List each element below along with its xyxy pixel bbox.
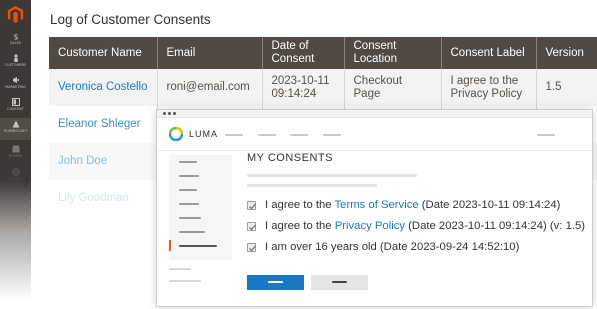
- store-header: LUMA: [157, 119, 592, 151]
- storefront-window: LUMA MY CONSENTS I agree to the Terms of…: [156, 109, 593, 307]
- magento-logo-icon: [7, 5, 24, 24]
- privacy-policy-link[interactable]: Privacy Policy: [335, 220, 405, 232]
- nav-label-customers: CUSTOMERS: [4, 63, 27, 67]
- consent-text: I agree to the Privacy Policy (Date 2023…: [265, 220, 585, 232]
- table-row: Veronica Costello roni@email.com 2023-10…: [49, 69, 597, 106]
- side-nav-item[interactable]: [179, 161, 197, 163]
- terms-of-service-link[interactable]: Terms of Service: [335, 199, 419, 211]
- consent-prefix: I agree to the: [265, 220, 335, 232]
- customer-name-link[interactable]: John Doe: [49, 143, 158, 180]
- nav-label-marketing: MARKETING: [5, 85, 26, 89]
- cancel-button[interactable]: [311, 275, 368, 290]
- header-menu-placeholder[interactable]: [290, 134, 308, 136]
- store-brand-name: LUMA: [189, 129, 219, 139]
- nav-label-sales: SALES: [10, 41, 21, 45]
- side-nav-item[interactable]: [179, 189, 197, 191]
- nav-item-system[interactable]: SYSTEM: [0, 166, 31, 188]
- email-cell: roni@email.com: [157, 69, 263, 106]
- consent-date: (Date 2023-10-11 09:14:24): [418, 199, 561, 211]
- nav-item-marketing[interactable]: MARKETING: [0, 74, 31, 96]
- consent-text: I agree to the Terms of Service (Date 20…: [265, 199, 560, 211]
- column-header-label[interactable]: Consent Label: [441, 37, 537, 69]
- header-menu-placeholder[interactable]: [258, 134, 276, 136]
- side-nav-item[interactable]: [179, 217, 201, 219]
- customer-name-link[interactable]: Eleanor Shleger: [49, 106, 158, 143]
- consent-age-text: I am over 16 years old (Date 2023-09-24 …: [265, 241, 520, 253]
- nav-item-plumrocket[interactable]: PLUMROCKET: [0, 118, 31, 140]
- text-placeholder: [247, 184, 377, 187]
- account-side-nav: [169, 155, 232, 260]
- admin-sidebar: $ SALES CUSTOMERS MARKETING CONTENT PLUM…: [0, 0, 31, 309]
- column-header-location[interactable]: Consent Location: [344, 37, 442, 69]
- column-header-date[interactable]: Date of Consent: [262, 37, 345, 69]
- side-nav-item[interactable]: [179, 231, 205, 233]
- nav-item-sales[interactable]: $ SALES: [0, 30, 31, 52]
- nav-label-plumrocket: PLUMROCKET: [3, 129, 28, 133]
- location-cell: Checkout Page: [344, 69, 442, 106]
- consent-prefix: I agree to the: [265, 199, 335, 211]
- button-label-placeholder: [268, 281, 283, 283]
- column-header-customer-name[interactable]: Customer Name: [49, 37, 158, 69]
- customer-name-link[interactable]: Veronica Costello: [49, 69, 158, 106]
- side-nav-item[interactable]: [179, 203, 199, 205]
- side-nav-extra-placeholder: [169, 268, 191, 270]
- window-dot-icon: [168, 112, 171, 115]
- nav-label-content: CONTENT: [7, 107, 24, 111]
- store-icon: [12, 145, 19, 153]
- side-nav-extra-placeholder: [169, 280, 201, 282]
- header-menu-placeholder[interactable]: [323, 134, 341, 136]
- check-icon: [249, 203, 256, 210]
- plum-icon: [12, 120, 19, 128]
- window-dot-icon: [173, 112, 176, 115]
- check-icon: [249, 245, 256, 252]
- label-cell: I agree to the Privacy Policy: [441, 69, 537, 106]
- window-dot-icon: [163, 112, 166, 115]
- save-button[interactable]: [247, 275, 304, 290]
- my-consents-heading: MY CONSENTS: [247, 152, 333, 164]
- nav-label-system: SYSTEM: [8, 177, 23, 181]
- check-icon: [249, 224, 256, 231]
- layout-icon: [11, 98, 20, 106]
- side-nav-item[interactable]: [179, 175, 199, 177]
- button-label-placeholder: [332, 281, 347, 283]
- page-title: Log of Customer Consents: [50, 12, 211, 27]
- nav-item-customers[interactable]: CUSTOMERS: [0, 52, 31, 74]
- header-menu-placeholder[interactable]: [225, 134, 243, 136]
- luma-logo-icon: [169, 127, 183, 141]
- header-menu-placeholder[interactable]: [537, 134, 555, 136]
- table-header-row: Customer Name Email Date of Consent Cons…: [49, 37, 597, 69]
- column-header-version[interactable]: Version: [536, 37, 597, 69]
- person-icon: [13, 54, 18, 62]
- version-cell: 1.5: [536, 69, 597, 106]
- megaphone-icon: [12, 77, 19, 83]
- consent-text: I am over 16 years old (Date 2023-09-24 …: [265, 241, 519, 253]
- nav-item-content[interactable]: CONTENT: [0, 96, 31, 118]
- column-header-email[interactable]: Email: [157, 37, 263, 69]
- side-nav-item-active[interactable]: [179, 245, 217, 247]
- nav-item-stores[interactable]: STORES: [0, 143, 31, 165]
- customer-name-link[interactable]: Lily Goodman: [49, 180, 158, 217]
- svg-text:$: $: [13, 33, 18, 41]
- consent-checkbox[interactable]: [247, 222, 256, 231]
- text-placeholder: [247, 174, 417, 177]
- consent-checkbox[interactable]: [247, 201, 256, 210]
- consent-checkbox[interactable]: [247, 243, 256, 252]
- date-cell: 2023-10-11 09:14:24: [262, 69, 345, 106]
- gear-icon: [11, 168, 20, 176]
- side-nav-active-marker: [169, 240, 171, 251]
- nav-label-stores: STORES: [8, 154, 23, 158]
- consent-date: (Date 2023-10-11 09:14:24) (v: 1.5): [405, 220, 586, 232]
- window-title-bar: [157, 110, 592, 118]
- dollar-icon: $: [13, 33, 18, 41]
